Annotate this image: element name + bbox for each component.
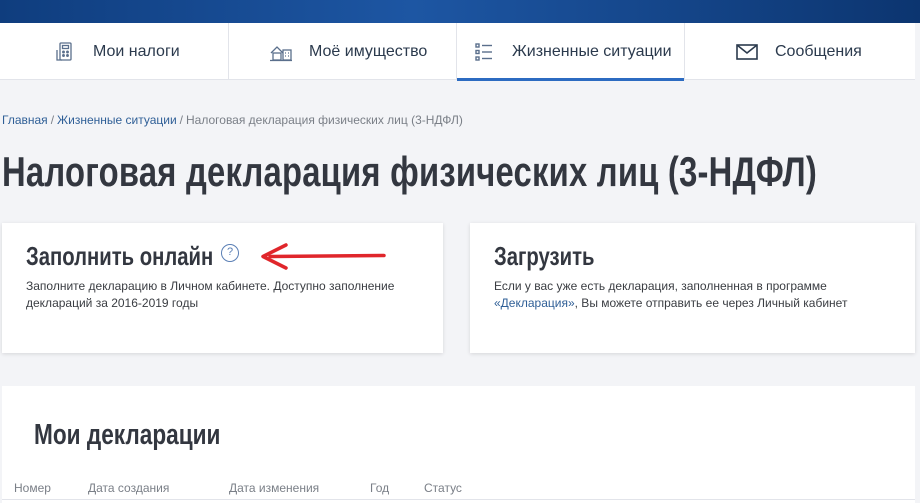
breadcrumb-separator: / bbox=[50, 113, 55, 127]
breadcrumb-current: Налоговая декларация физических лиц (3-Н… bbox=[186, 113, 463, 127]
nav-gap bbox=[915, 23, 920, 80]
page-title: Налоговая декларация физических лиц (3-Н… bbox=[2, 148, 818, 195]
nav-tab-label: Моё имущество bbox=[309, 42, 428, 60]
upload-description: Если у вас уже есть декларация, заполнен… bbox=[494, 278, 889, 312]
nav-tab-life-situations[interactable]: Жизненные ситуации bbox=[457, 23, 685, 81]
column-header-year[interactable]: Год bbox=[370, 481, 389, 495]
upload-title[interactable]: Загрузить bbox=[494, 241, 595, 272]
nav-tab-my-property[interactable]: Моё имущество bbox=[229, 23, 457, 80]
breadcrumb: Главная / Жизненные ситуации / Налоговая дек… bbox=[2, 113, 463, 127]
my-declarations-title: Мои декларации bbox=[34, 419, 221, 451]
property-icon bbox=[269, 40, 293, 64]
nav-tab-messages[interactable]: Сообщения bbox=[685, 23, 915, 80]
breadcrumb-separator: / bbox=[179, 113, 183, 127]
fill-online-description: Заполните декларацию в Личном кабинете. … bbox=[26, 279, 395, 310]
header-band bbox=[0, 0, 920, 23]
table-header-divider bbox=[2, 499, 915, 500]
breadcrumb-link-life-situations[interactable]: Жизненные ситуации bbox=[57, 113, 177, 127]
column-header-number[interactable]: Номер bbox=[14, 481, 51, 495]
nav-tab-my-taxes[interactable]: Мои налоги bbox=[0, 23, 229, 80]
red-arrow-annotation bbox=[261, 243, 386, 270]
list-icon bbox=[472, 40, 496, 64]
fill-online-title[interactable]: Заполнить онлайн bbox=[26, 241, 213, 272]
nav-tab-label: Сообщения bbox=[775, 42, 862, 60]
upload-description-text: Если у вас уже есть декларация, заполнен… bbox=[494, 279, 827, 293]
my-declarations-panel: Мои декларации Номер Дата создания Дата … bbox=[2, 386, 915, 503]
breadcrumb-link-home[interactable]: Главная bbox=[2, 113, 48, 127]
upload-description-text: , Вы можете отправить ее через Личный ка… bbox=[574, 296, 848, 310]
column-header-modified[interactable]: Дата изменения bbox=[229, 481, 319, 495]
envelope-icon bbox=[735, 40, 759, 64]
declaration-program-link[interactable]: «Декларация» bbox=[494, 296, 575, 310]
nav-tab-label: Жизненные ситуации bbox=[512, 42, 672, 60]
question-icon[interactable]: ? bbox=[221, 244, 239, 262]
upload-card[interactable]: Загрузить Если у вас уже есть декларация… bbox=[470, 223, 915, 353]
tax-calculator-icon bbox=[53, 40, 77, 64]
column-header-created[interactable]: Дата создания bbox=[88, 481, 169, 495]
nav-tab-label: Мои налоги bbox=[93, 42, 180, 60]
main-navigation: Мои налоги Моё имущество Жизненные ситуа… bbox=[0, 23, 915, 81]
column-header-status[interactable]: Статус bbox=[424, 481, 462, 495]
